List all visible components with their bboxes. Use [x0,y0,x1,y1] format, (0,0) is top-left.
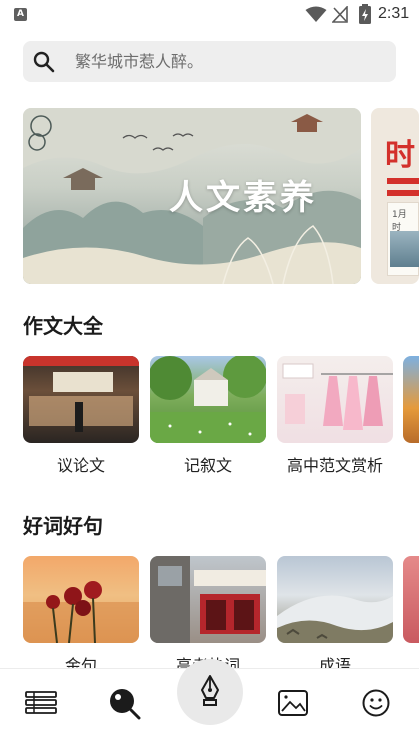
pen-nib-icon [201,675,219,706]
wifi-icon [305,6,327,22]
storefront-photo [150,556,266,643]
phrase-card-quotes[interactable] [23,556,139,643]
essay-label: 记叙文 [183,456,232,475]
roses-photo [23,581,139,643]
essay-card-peek[interactable] [403,356,419,443]
gallery-icon [278,690,308,716]
search-lens-icon [110,689,141,720]
phrase-card-hotwords[interactable] [150,556,266,643]
essay-card-narrative[interactable] [150,356,266,443]
banner-next-decor [387,190,419,196]
search-input[interactable] [75,41,375,82]
phrase-card-idioms[interactable] [277,556,393,643]
banner-next-photo [390,231,419,267]
nav-discover[interactable] [106,685,142,721]
essay-label: 议论文 [56,456,105,475]
section-title-phrases: 好词好句 [23,514,103,538]
phrase-card-peek[interactable] [403,556,419,643]
essay-label: 高中范文赏析 [286,456,383,475]
meadow-photo [150,356,266,443]
nav-profile[interactable] [358,685,394,721]
section-title-essays: 作文大全 [23,314,103,338]
banner-next[interactable]: 时 1月 时 [371,108,419,284]
nav-list[interactable] [23,685,59,721]
dresses-photo [282,363,393,430]
status-time: 2:31 [378,5,410,22]
search-icon [33,51,55,73]
banner-next-decor [387,178,419,184]
smiley-icon [362,689,390,717]
banner-next-small-text: 1月 时 [392,210,407,233]
banner-next-title: 时 [385,138,415,173]
banner-humanities[interactable]: 人文素养 [23,108,361,284]
banner-next-panel: 1月 时 [387,202,419,276]
search-bar[interactable] [23,41,396,82]
signal-icon [332,6,348,23]
banner-title: 人文素养 [169,178,317,218]
snowy-hill-photo [277,595,393,643]
bottom-navigation [0,659,419,744]
shop-photo [23,356,139,432]
list-icon [25,691,57,714]
essay-card-argumentative[interactable] [23,356,139,443]
app-notification-icon: A [14,8,27,21]
battery-icon [359,4,371,24]
essay-card-highschool[interactable] [277,356,393,443]
nav-write[interactable] [177,659,243,725]
nav-gallery[interactable] [275,685,311,721]
status-bar: A 2:31 [0,0,419,30]
